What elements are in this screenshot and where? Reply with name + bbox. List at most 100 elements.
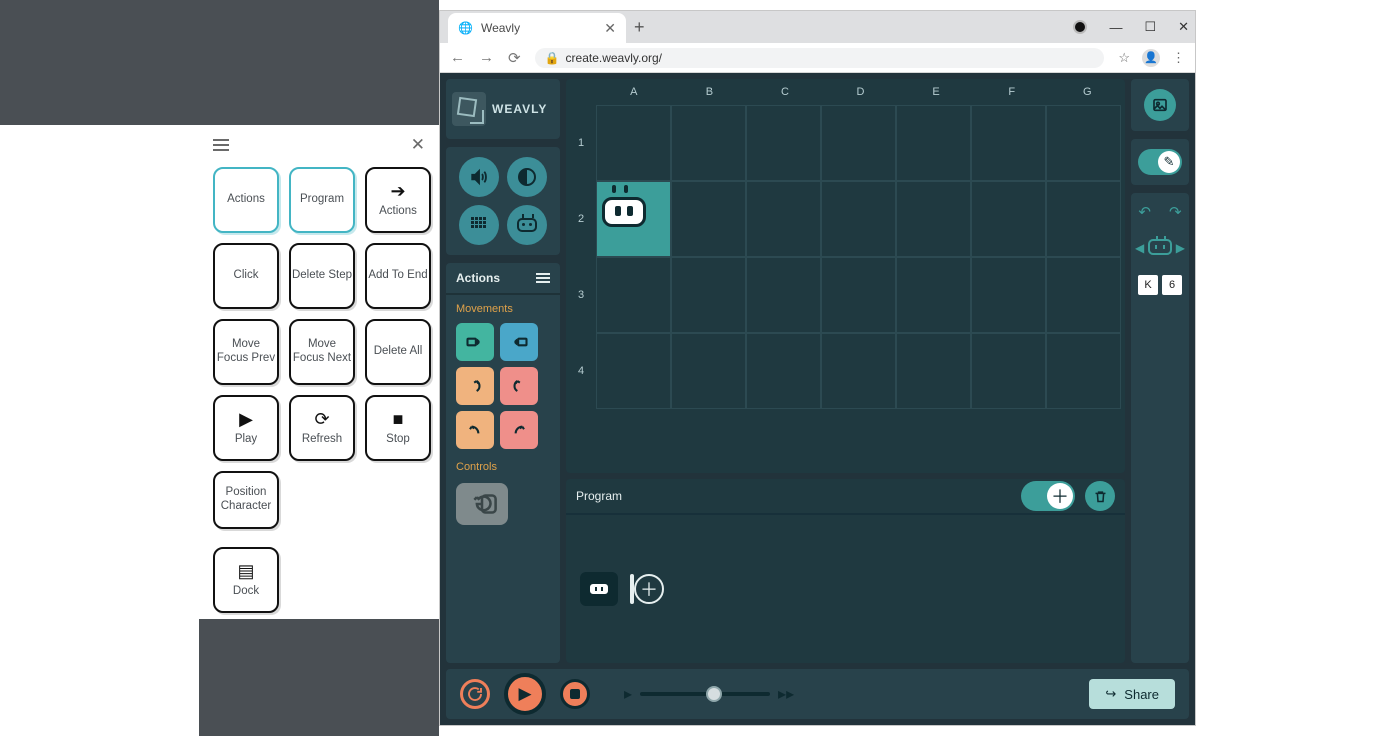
grid-cell[interactable] [671, 105, 746, 181]
lock-icon: 🔒 [545, 51, 560, 65]
nav-left-icon[interactable]: ◀ [1135, 241, 1144, 255]
reset-button[interactable] [460, 679, 490, 709]
kb-focus-next[interactable]: Move Focus Next [289, 319, 355, 385]
program-title: Program [576, 489, 622, 503]
grid-cell[interactable] [1046, 333, 1121, 409]
kb-arrow-actions[interactable]: ➔Actions [365, 167, 431, 233]
grid-cell[interactable] [971, 105, 1046, 181]
turn-right-90[interactable] [500, 411, 538, 449]
kb-refresh[interactable]: ⟳Refresh [289, 395, 355, 461]
grid-cell[interactable] [971, 181, 1046, 257]
col-header: D [823, 79, 899, 105]
browser-window: 🌐 Weavly ✕ + — ☐ ✕ ← → ⟳ 🔒 create.weavly… [439, 10, 1196, 726]
move-backward[interactable] [500, 323, 538, 361]
scene-grid[interactable]: A B C D E F G 1 2 3 4 [566, 79, 1125, 473]
pen-toggle[interactable]: ✎ [1138, 149, 1182, 175]
kb-delete-all[interactable]: Delete All [365, 319, 431, 385]
move-forward[interactable] [456, 323, 494, 361]
grid-cell[interactable] [671, 181, 746, 257]
grid-cell[interactable] [596, 333, 671, 409]
row-header: 4 [566, 333, 596, 409]
character-robot[interactable] [602, 187, 658, 231]
kb-position-character[interactable]: Position Character [213, 471, 279, 529]
grid-cell[interactable] [821, 105, 896, 181]
col-header: A [596, 79, 672, 105]
actions-menu-icon[interactable] [536, 271, 550, 285]
turn-left-90[interactable] [456, 411, 494, 449]
maximize-icon[interactable]: ☐ [1144, 19, 1156, 35]
grid-cell[interactable] [1046, 181, 1121, 257]
grid-cell[interactable] [1046, 105, 1121, 181]
redo-icon[interactable]: ↷ [1169, 203, 1182, 221]
forward-icon[interactable]: → [479, 49, 494, 66]
minimize-icon[interactable]: — [1109, 20, 1122, 35]
grid-cell[interactable] [821, 181, 896, 257]
kb-tab-actions[interactable]: Actions [213, 167, 279, 233]
kb-delete-step[interactable]: Delete Step [289, 243, 355, 309]
grid-cell[interactable] [596, 257, 671, 333]
grid-cell[interactable] [596, 105, 671, 181]
back-icon[interactable]: ← [450, 49, 465, 66]
kb-tab-program[interactable]: Program [289, 167, 355, 233]
kebab-icon[interactable]: ⋮ [1172, 50, 1185, 66]
position-nav[interactable]: ◀ ▶ [1137, 231, 1183, 265]
play-button[interactable]: ▶ [504, 673, 546, 715]
grid-cell[interactable] [746, 181, 821, 257]
grid-cell[interactable] [896, 181, 971, 257]
address-bar: ← → ⟳ 🔒 create.weavly.org/ ☆ 👤 ⋮ [440, 43, 1195, 73]
grid-cell[interactable] [896, 257, 971, 333]
kb-add-to-end[interactable]: Add To End [365, 243, 431, 309]
star-icon[interactable]: ☆ [1118, 50, 1130, 66]
stop-button[interactable] [560, 679, 590, 709]
turn-right-45[interactable] [500, 367, 538, 405]
app-logo: WEAVLY [446, 79, 560, 139]
reload-icon[interactable]: ⟳ [508, 49, 521, 67]
coord-row-input[interactable]: 6 [1162, 275, 1182, 295]
contrast-button[interactable] [507, 157, 547, 197]
kb-click[interactable]: Click [213, 243, 279, 309]
grid-cell[interactable] [746, 105, 821, 181]
insert-toggle[interactable]: ＋ [1021, 481, 1075, 511]
program-area: Program ＋ ＋ [566, 479, 1125, 663]
undo-icon[interactable]: ↶ [1138, 203, 1151, 221]
browser-tab[interactable]: 🌐 Weavly ✕ [448, 13, 626, 43]
loop-control[interactable] [456, 483, 508, 525]
actions-panel: Actions Movements Controls [446, 263, 560, 663]
character-button[interactable] [507, 205, 547, 245]
turn-left-45[interactable] [456, 367, 494, 405]
profile-icon[interactable]: 👤 [1142, 49, 1160, 67]
close-icon[interactable]: ✕ [411, 135, 425, 155]
url-text: create.weavly.org/ [566, 51, 663, 65]
kb-dock[interactable]: ▤Dock [213, 547, 279, 613]
sound-button[interactable] [459, 157, 499, 197]
share-button[interactable]: ↪ Share [1089, 679, 1175, 709]
kb-focus-prev[interactable]: Move Focus Prev [213, 319, 279, 385]
program-add-step[interactable]: ＋ [634, 574, 664, 604]
window-close-icon[interactable]: ✕ [1178, 19, 1189, 35]
background-button[interactable] [1144, 89, 1176, 121]
grid-cell[interactable] [671, 257, 746, 333]
tab-close-icon[interactable]: ✕ [604, 20, 616, 37]
grid-cell[interactable] [1046, 257, 1121, 333]
grid-cell[interactable] [971, 333, 1046, 409]
grid-cell[interactable] [821, 333, 896, 409]
keyboard-button[interactable] [459, 205, 499, 245]
new-tab-button[interactable]: + [634, 17, 645, 38]
trash-button[interactable] [1085, 481, 1115, 511]
speed-slider[interactable]: ▸ ▸▸ [624, 684, 794, 704]
url-field[interactable]: 🔒 create.weavly.org/ [535, 48, 1105, 68]
grid-cell[interactable] [746, 257, 821, 333]
grid-cell[interactable] [746, 333, 821, 409]
coord-col-input[interactable]: K [1138, 275, 1158, 295]
kb-play[interactable]: ▶Play [213, 395, 279, 461]
hamburger-icon[interactable] [213, 139, 229, 151]
grid-cell[interactable] [896, 105, 971, 181]
grid-cell[interactable] [671, 333, 746, 409]
grid-cell[interactable] [896, 333, 971, 409]
pen-box: ✎ [1131, 139, 1189, 185]
kb-stop[interactable]: ■Stop [365, 395, 431, 461]
nav-right-icon[interactable]: ▶ [1176, 241, 1185, 255]
program-start-tile[interactable] [580, 572, 618, 606]
grid-cell[interactable] [821, 257, 896, 333]
grid-cell[interactable] [971, 257, 1046, 333]
